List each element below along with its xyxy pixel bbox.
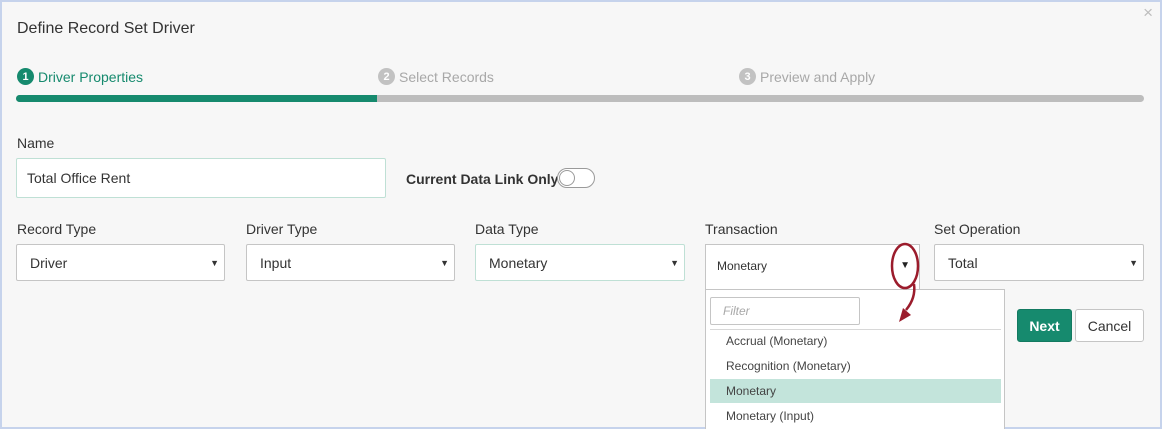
transaction-dropdown-list: Accrual (Monetary) Recognition (Monetary… (705, 289, 1005, 429)
transaction-value: Monetary (717, 259, 768, 273)
current-data-link-only-toggle[interactable] (557, 168, 595, 188)
dropdown-option[interactable]: Monetary (Input) (710, 404, 1001, 428)
dropdown-option[interactable]: Accrual (Monetary) (710, 329, 1001, 353)
dropdown-option[interactable]: Recognition (Monetary) (710, 354, 1001, 378)
step-number-2: 2 (378, 68, 395, 85)
close-icon[interactable]: × (1143, 3, 1153, 23)
wizard-progress-fill (16, 95, 377, 102)
wizard-progress-bar (16, 95, 1144, 102)
step-preview-and-apply[interactable]: 3 Preview and Apply (739, 68, 875, 85)
define-record-set-driver-dialog: Define Record Set Driver × 1 Driver Prop… (0, 0, 1162, 429)
driver-type-value: Input (260, 254, 292, 271)
chevron-down-icon: ▼ (670, 258, 679, 268)
record-type-value: Driver (30, 254, 68, 271)
chevron-down-icon: ▼ (440, 258, 449, 268)
name-input[interactable] (16, 158, 386, 198)
driver-type-label: Driver Type (246, 221, 318, 237)
chevron-down-icon: ▼ (1129, 258, 1138, 268)
chevron-down-icon[interactable]: ▼ (900, 260, 910, 271)
set-operation-value: Total (948, 254, 978, 271)
set-operation-label: Set Operation (934, 221, 1021, 237)
record-type-select[interactable]: Driver ▼ (16, 244, 225, 281)
step-label: Preview and Apply (760, 68, 876, 85)
toggle-knob (559, 170, 575, 186)
step-label: Driver Properties (38, 68, 144, 85)
current-data-link-only-label: Current Data Link Only (406, 171, 559, 187)
step-driver-properties[interactable]: 1 Driver Properties (17, 68, 143, 85)
transaction-filter-input[interactable] (710, 297, 860, 325)
step-number-3: 3 (739, 68, 756, 85)
dropdown-option-selected[interactable]: Monetary (710, 379, 1001, 403)
transaction-select[interactable]: Monetary ▼ (705, 244, 920, 289)
data-type-value: Monetary (489, 254, 548, 271)
transaction-label: Transaction (705, 221, 778, 237)
next-button[interactable]: Next (1017, 309, 1072, 342)
cancel-button[interactable]: Cancel (1075, 309, 1144, 342)
driver-type-select[interactable]: Input ▼ (246, 244, 455, 281)
step-number-1: 1 (17, 68, 34, 85)
data-type-select[interactable]: Monetary ▼ (475, 244, 685, 281)
data-type-label: Data Type (475, 221, 539, 237)
step-select-records[interactable]: 2 Select Records (378, 68, 494, 85)
set-operation-select[interactable]: Total ▼ (934, 244, 1144, 281)
chevron-down-icon: ▼ (210, 258, 219, 268)
step-label: Select Records (399, 68, 494, 85)
name-label: Name (17, 135, 55, 151)
dialog-title: Define Record Set Driver (17, 20, 195, 37)
record-type-label: Record Type (17, 221, 97, 237)
